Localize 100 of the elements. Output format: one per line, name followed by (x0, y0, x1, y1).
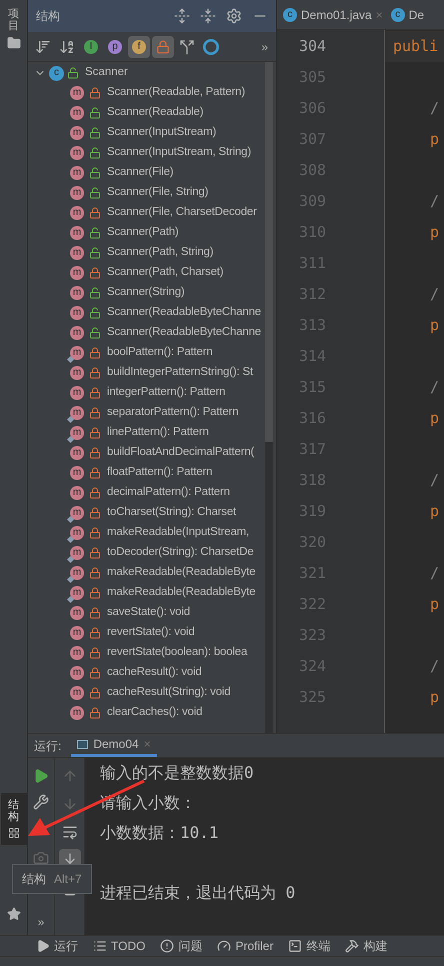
tree-item[interactable]: buildFloatAndDecimalPattern( (107, 444, 254, 462)
scrollbar[interactable] (265, 62, 273, 733)
method-icon: m (70, 346, 84, 360)
code-text: publi (393, 36, 438, 58)
tree-item[interactable]: Scanner(File, String) (107, 184, 208, 202)
method-icon: m (70, 646, 84, 660)
tree-item[interactable]: cacheResult(String): void (107, 684, 230, 702)
tree-item[interactable]: Scanner(Path) (107, 224, 179, 242)
static-icon (67, 576, 74, 583)
editor-tab[interactable]: c De (390, 6, 424, 24)
expand-all-icon[interactable] (174, 8, 190, 24)
toolbar-toggle[interactable]: f (128, 36, 150, 58)
structure-tool-tab[interactable]: 结构 (0, 793, 26, 846)
tool-window-tab[interactable]: TODO (93, 937, 146, 955)
method-icon: m (70, 86, 84, 100)
unlock-icon (67, 67, 79, 79)
run-icon[interactable] (33, 768, 49, 784)
method-icon: m (70, 126, 84, 140)
tree-item[interactable]: linePattern(): Pattern (107, 424, 209, 442)
method-icon: m (70, 106, 84, 120)
code-text: / (430, 656, 440, 678)
static-icon (67, 436, 74, 443)
property-icon: p (108, 40, 122, 54)
tree-item[interactable]: toCharset(String): Charset (107, 504, 236, 522)
project-tool-tab[interactable]: 项目 (6, 8, 20, 50)
tree-item[interactable]: separatorPattern(): Pattern (107, 404, 238, 422)
tree-item[interactable]: Scanner(String) (107, 284, 185, 302)
more-button[interactable]: » (261, 38, 268, 56)
code-text: p (430, 594, 440, 616)
method-icon: m (70, 486, 84, 500)
tree-item[interactable]: revertState(): void (107, 624, 195, 642)
more-button[interactable]: » (38, 913, 44, 931)
editor-tab[interactable]: c Demo01.java × (283, 6, 383, 24)
tool-window-tab[interactable]: 构建 (345, 937, 388, 955)
tool-window-tab[interactable]: 运行 (36, 937, 78, 955)
code-text: p (430, 315, 440, 336)
method-icon: m (70, 306, 84, 320)
code-text: / (430, 191, 440, 212)
tree-item[interactable]: decimalPattern(): Pattern (107, 484, 230, 502)
tree-item[interactable]: Scanner(InputStream, String) (107, 144, 251, 162)
sort-by-visibility-icon (35, 38, 51, 54)
code-text: / (430, 377, 440, 398)
tool-window-tab[interactable]: 终端 (288, 937, 330, 955)
tree-item[interactable]: Scanner(File) (107, 164, 174, 182)
tree-item[interactable]: Scanner(Path, Charset) (107, 264, 224, 282)
tree-item[interactable]: Scanner (85, 64, 128, 82)
tool-window-tab[interactable]: 问题 (160, 937, 202, 955)
tree-item[interactable]: Scanner(Path, String) (107, 244, 214, 262)
method-icon: m (70, 226, 84, 240)
code-text: p (430, 408, 440, 430)
tree-item[interactable]: makeReadable(ReadableByte (107, 584, 256, 602)
line-number: 304 (299, 36, 326, 58)
method-icon: m (70, 286, 84, 300)
play-icon (36, 939, 50, 953)
toolbar-toggle[interactable]: p (104, 36, 126, 58)
panel-title: 结构 (36, 8, 60, 25)
tree-item[interactable]: Scanner(File, CharsetDecoder (107, 204, 257, 222)
method-icon: m (70, 406, 84, 420)
toolbar-toggle[interactable]: I (80, 36, 102, 58)
static-icon (67, 536, 74, 543)
tree-item[interactable]: clearCaches(): void (107, 704, 202, 722)
tree-item[interactable]: Scanner(ReadableByteChanne (107, 324, 261, 342)
tree-item[interactable]: cacheResult(): void (107, 664, 202, 682)
method-icon: m (70, 366, 84, 380)
tree-item[interactable]: revertState(boolean): boolea (107, 644, 248, 662)
static-icon (67, 596, 74, 603)
gauge-icon (217, 939, 232, 953)
method-icon: m (70, 626, 84, 640)
method-icon: m (70, 666, 84, 680)
tree-item[interactable]: Scanner(InputStream) (107, 124, 216, 142)
run-label: 运行: (34, 738, 62, 754)
wrench-icon[interactable] (33, 794, 49, 810)
toolbar-toggle[interactable] (152, 36, 174, 58)
tree-item[interactable]: floatPattern(): Pattern (107, 464, 212, 482)
tree-item[interactable]: buildIntegerPatternString(): St (107, 364, 253, 382)
tooltip: 结构 Alt+7 (12, 864, 92, 894)
hammer-icon (345, 939, 360, 953)
method-icon: m (70, 686, 84, 700)
static-icon (67, 516, 74, 523)
tree-item[interactable]: makeReadable(ReadableByte (107, 564, 256, 582)
tool-window-tab[interactable]: Profiler (217, 937, 274, 955)
tree-item[interactable]: Scanner(Readable, Pattern) (107, 84, 245, 102)
favorites-icon[interactable] (6, 907, 20, 921)
settings-icon[interactable] (226, 8, 242, 24)
tree-item[interactable]: boolPattern(): Pattern (107, 344, 213, 362)
console-line: 小数数据：10.1 (100, 822, 220, 844)
tree-item[interactable]: Scanner(ReadableByteChanne (107, 304, 261, 322)
tree-item[interactable]: makeReadable(InputStream, (107, 524, 250, 542)
collapse-all-icon[interactable] (200, 8, 216, 24)
ring-icon (203, 38, 219, 54)
console-line: 输入的不是整数数据0 (100, 762, 255, 784)
code-text: / (430, 563, 440, 584)
method-icon: m (70, 566, 84, 580)
tree-item[interactable]: toDecoder(String): CharsetDe (107, 544, 254, 562)
method-icon: m (70, 166, 84, 180)
tree-item[interactable]: saveState(): void (107, 604, 190, 622)
tree-item[interactable]: Scanner(Readable) (107, 104, 204, 122)
tree-item[interactable]: integerPattern(): Pattern (107, 384, 226, 402)
code-text: p (430, 501, 440, 522)
alert-icon (160, 939, 174, 953)
